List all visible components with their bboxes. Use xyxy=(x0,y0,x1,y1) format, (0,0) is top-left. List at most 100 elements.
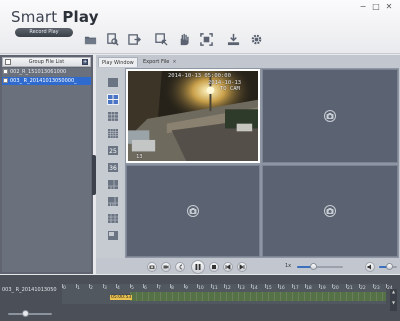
layout-1plus12-button[interactable] xyxy=(107,230,119,241)
timeline-zoom-slider[interactable] xyxy=(8,310,52,317)
app-subtitle: Record Play xyxy=(15,28,73,37)
export-icon[interactable] xyxy=(126,31,142,47)
timeline-tick-label: 21 xyxy=(347,286,353,291)
timeline-tick-label: 2 xyxy=(90,286,93,291)
layout-36-button[interactable]: 36 xyxy=(107,162,119,173)
osd-channel: 13 xyxy=(136,154,143,160)
tab-play-window[interactable]: Play Window xyxy=(98,57,138,67)
layout-4x4-button[interactable] xyxy=(107,128,119,139)
speed-label: 1x xyxy=(285,263,292,269)
tab-label: Export File xyxy=(143,59,170,65)
volume-slider[interactable] xyxy=(379,263,397,270)
file-list-title: Group File List xyxy=(28,59,65,65)
timeline-tick-label: 15 xyxy=(266,286,272,291)
timeline-tick-label: 1 xyxy=(77,286,80,291)
camera-icon xyxy=(324,110,336,122)
timeline-tick-label: 13 xyxy=(239,286,245,291)
timeline-tick-label: 17 xyxy=(293,286,299,291)
hand-icon[interactable] xyxy=(175,31,191,47)
camera-icon xyxy=(187,205,199,217)
download-icon[interactable] xyxy=(225,31,241,47)
layout-3x3-button[interactable] xyxy=(107,111,119,122)
select-all-checkbox[interactable] xyxy=(5,59,11,65)
maximize-button[interactable]: □ xyxy=(371,2,381,12)
timeline-tick-label: 22 xyxy=(360,286,366,291)
layout-toolbar: 25 36 xyxy=(96,68,124,258)
svg-text:36: 36 xyxy=(109,165,117,172)
layout-1plus9-button[interactable] xyxy=(107,213,119,224)
file-list-header: Group File List + xyxy=(2,57,91,67)
timeline-tick-label: 19 xyxy=(320,286,326,291)
timeline-tick-label: 7 xyxy=(158,286,161,291)
layout-1x1-button[interactable] xyxy=(107,77,119,88)
tab-close-icon[interactable]: × xyxy=(172,59,176,65)
file-label: 003_ R_20141013050000_ xyxy=(10,78,77,84)
minimize-button[interactable]: − xyxy=(358,2,368,12)
tab-export-file[interactable]: Export File × xyxy=(140,57,180,67)
layout-1plus7-button[interactable] xyxy=(107,196,119,207)
timeline-tick-label: 3 xyxy=(104,286,107,291)
file-item[interactable]: 002_R_151013061000 xyxy=(2,68,91,76)
file-panel: Group File List + 002_R_151013061000 003… xyxy=(0,55,93,274)
search-file-icon[interactable] xyxy=(104,31,120,47)
video-frame: 2014-10-13 05:00:00 2014-10-13 TO CAM 13 xyxy=(128,71,258,161)
timeline-tick-label: 16 xyxy=(279,286,285,291)
fast-play-button[interactable] xyxy=(237,262,247,272)
add-file-button[interactable]: + xyxy=(82,59,88,65)
video-window-4[interactable] xyxy=(262,165,398,257)
timeline-tick-label: 4 xyxy=(117,286,120,291)
scroll-down-icon[interactable]: ▼ xyxy=(390,300,397,305)
osd-camera-name: TO CAM xyxy=(220,86,240,92)
timeline-panel: 003_ R_20141013050 05:00:53 0 1 2 3 4 5 6 7 8 9 10… xyxy=(0,275,400,321)
close-button[interactable]: ✕ xyxy=(384,2,394,12)
timeline-tick-label: 12 xyxy=(225,286,231,291)
video-window-1[interactable]: 2014-10-13 05:00:00 2014-10-13 TO CAM 13 xyxy=(126,69,260,163)
rewind-button[interactable] xyxy=(175,262,185,272)
app-title: Smart Play xyxy=(11,8,99,26)
play-area: Play Window Export File × 25 36 2014-10-… xyxy=(96,55,400,274)
layout-25-button[interactable]: 25 xyxy=(107,145,119,156)
file-checkbox[interactable] xyxy=(3,69,8,74)
layout-2x2-button[interactable] xyxy=(107,94,119,105)
time-cursor-label: 05:00:53 xyxy=(110,295,133,300)
open-folder-icon[interactable] xyxy=(82,31,98,47)
timeline-track[interactable]: 05:00:53 0 1 2 3 4 5 6 7 8 9 10 11 12 13 14 15 16 17 18 19 2… xyxy=(62,284,393,304)
speed-slider[interactable] xyxy=(297,263,343,270)
clip-icon[interactable] xyxy=(153,31,169,47)
slow-play-button[interactable] xyxy=(223,262,233,272)
record-clip-button[interactable] xyxy=(161,262,171,272)
timeline-tick-label: 9 xyxy=(185,286,188,291)
settings-icon[interactable] xyxy=(248,31,264,47)
file-list: 002_R_151013061000 003_ R_20141013050000… xyxy=(2,68,91,272)
app-title-plain: Smart xyxy=(11,8,63,26)
pause-button[interactable] xyxy=(191,260,205,274)
file-item-selected[interactable]: 003_ R_20141013050000_ xyxy=(2,77,91,85)
timeline-tick-label: 10 xyxy=(198,286,204,291)
video-window-2[interactable] xyxy=(262,69,398,163)
stop-button[interactable] xyxy=(209,262,219,272)
title-bar: Smart Play Record Play − □ ✕ xyxy=(0,0,400,54)
speed-slider-knob[interactable] xyxy=(310,263,318,270)
scroll-up-icon[interactable]: ▲ xyxy=(390,289,397,294)
video-grid: 2014-10-13 05:00:00 2014-10-13 TO CAM 13 xyxy=(125,68,399,258)
layout-1plus5-button[interactable] xyxy=(107,179,119,190)
timeline-scrollbar[interactable]: ▲ ▼ xyxy=(390,289,397,311)
recording-bar[interactable] xyxy=(129,292,386,301)
timeline-tick-label: 8 xyxy=(171,286,174,291)
file-checkbox[interactable] xyxy=(3,78,8,83)
volume-slider-knob[interactable] xyxy=(385,263,393,270)
app-title-bold: Play xyxy=(62,8,99,26)
file-label: 002_R_151013061000 xyxy=(10,69,67,75)
video-window-3[interactable] xyxy=(126,165,260,257)
fullscreen-icon[interactable] xyxy=(198,31,214,47)
snapshot-button[interactable] xyxy=(147,262,157,272)
camera-icon xyxy=(324,205,336,217)
timeline-tick-label: 6 xyxy=(144,286,147,291)
timeline-tick-label: 18 xyxy=(306,286,312,291)
volume-icon[interactable] xyxy=(365,262,375,272)
timeline-channel-label: 003_ R_20141013050 xyxy=(2,287,57,293)
timeline-tick-label: 14 xyxy=(252,286,258,291)
timeline-zoom-knob[interactable] xyxy=(22,310,29,317)
osd-timestamp: 2014-10-13 05:00:00 xyxy=(168,73,231,79)
timeline-tick-label: 5 xyxy=(131,286,134,291)
